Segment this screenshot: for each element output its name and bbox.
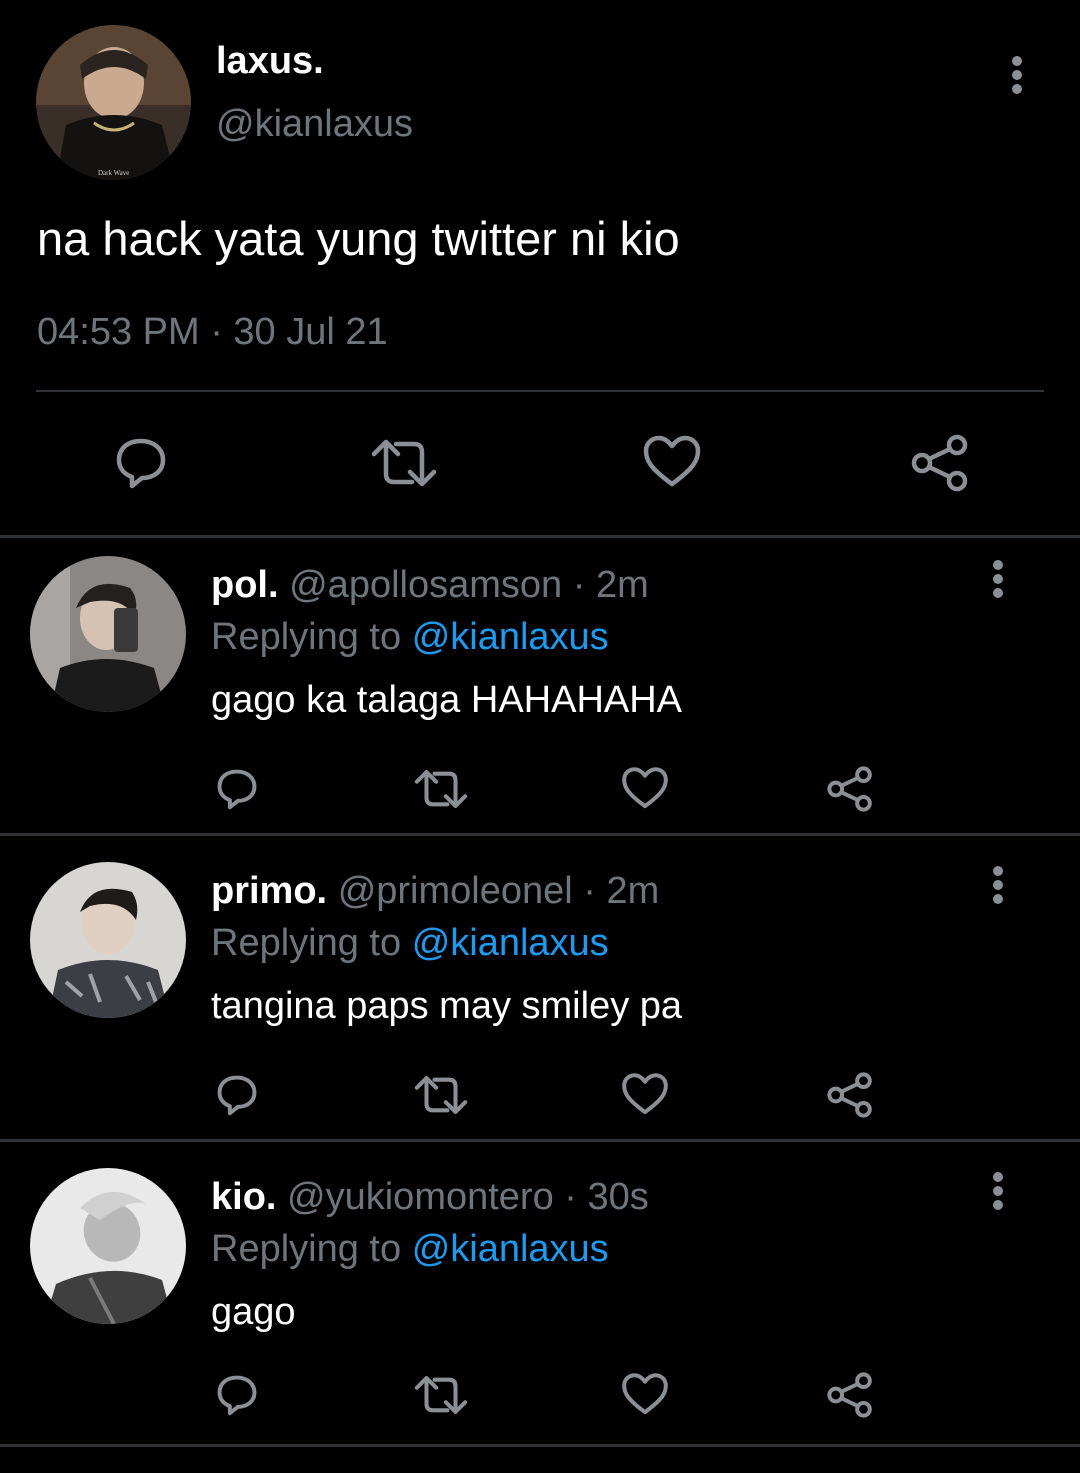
avatar[interactable]: [30, 1168, 186, 1324]
share-icon[interactable]: [826, 1072, 874, 1118]
more-options-icon[interactable]: [992, 1171, 1004, 1211]
avatar[interactable]: [30, 862, 186, 1018]
like-icon[interactable]: [621, 766, 669, 811]
more-options-icon[interactable]: [992, 865, 1004, 905]
display-name[interactable]: pol.: [211, 564, 279, 606]
handle[interactable]: @apollosamson: [289, 564, 562, 606]
reply-time: 30s: [587, 1176, 649, 1218]
divider: [0, 1139, 1080, 1142]
replying-label: Replying to: [211, 1228, 402, 1270]
reply-icon[interactable]: [213, 1372, 261, 1418]
retweet-icon[interactable]: [412, 1373, 470, 1417]
handle[interactable]: @primoleonel: [338, 870, 573, 912]
divider: [0, 833, 1080, 836]
reply-header: kio. @yukiomontero · 30s: [211, 1176, 649, 1219]
avatar-shirt-text: Dark Wave: [98, 169, 129, 177]
mention-link[interactable]: @kianlaxus: [412, 922, 609, 964]
like-icon[interactable]: [642, 434, 702, 490]
retweet-icon[interactable]: [368, 436, 440, 490]
more-options-icon[interactable]: [1011, 55, 1023, 95]
display-name[interactable]: kio.: [211, 1176, 276, 1218]
like-icon[interactable]: [621, 1072, 669, 1117]
handle[interactable]: @kianlaxus: [216, 103, 413, 146]
reply-icon[interactable]: [213, 1072, 261, 1118]
tweet-text: na hack yata yung twitter ni kio: [37, 212, 680, 265]
replying-label: Replying to: [211, 616, 402, 658]
reply-tweet[interactable]: primo. @primoleonel · 2m Replying to @ki…: [0, 844, 1080, 1149]
share-icon[interactable]: [826, 1372, 874, 1418]
reply-header: primo. @primoleonel · 2m: [211, 870, 659, 913]
avatar[interactable]: Dark Wave: [36, 25, 191, 180]
handle[interactable]: @yukiomontero: [287, 1176, 554, 1218]
tweet-timestamp: 04:53 PM · 30 Jul 21: [37, 311, 388, 353]
like-icon[interactable]: [621, 1372, 669, 1417]
reply-tweet[interactable]: pol. @apollosamson · 2m Replying to @kia…: [0, 538, 1080, 843]
replying-to: Replying to @kianlaxus: [211, 616, 609, 659]
mention-link[interactable]: @kianlaxus: [412, 1228, 609, 1270]
reply-icon[interactable]: [213, 766, 261, 812]
mention-link[interactable]: @kianlaxus: [412, 616, 609, 658]
reply-header: pol. @apollosamson · 2m: [211, 564, 649, 607]
reply-text: gago ka talaga HAHAHAHA: [211, 679, 683, 721]
avatar[interactable]: [30, 556, 186, 712]
reply-icon[interactable]: [112, 434, 170, 492]
replying-label: Replying to: [211, 922, 402, 964]
share-icon[interactable]: [826, 766, 874, 812]
separator: ·: [583, 870, 596, 912]
reply-time: 2m: [595, 564, 649, 606]
more-options-icon[interactable]: [992, 559, 1004, 599]
divider: [0, 1444, 1080, 1447]
separator: ·: [564, 1176, 577, 1218]
separator: ·: [572, 564, 586, 606]
replying-to: Replying to @kianlaxus: [211, 1228, 609, 1271]
reply-time: 2m: [606, 870, 660, 912]
retweet-icon[interactable]: [412, 767, 470, 811]
reply-tweet[interactable]: kio. @yukiomontero · 30s Replying to @ki…: [0, 1150, 1080, 1455]
reply-text: gago: [211, 1291, 296, 1333]
reply-text: tangina paps may smiley pa: [211, 985, 683, 1027]
divider: [36, 390, 1044, 392]
share-icon[interactable]: [910, 434, 970, 492]
replying-to: Replying to @kianlaxus: [211, 922, 609, 965]
retweet-icon[interactable]: [412, 1073, 470, 1117]
display-name[interactable]: laxus.: [216, 40, 324, 83]
main-tweet: Dark Wave laxus. @kianlaxus na hack yata…: [0, 0, 1080, 536]
display-name[interactable]: primo.: [211, 870, 327, 912]
